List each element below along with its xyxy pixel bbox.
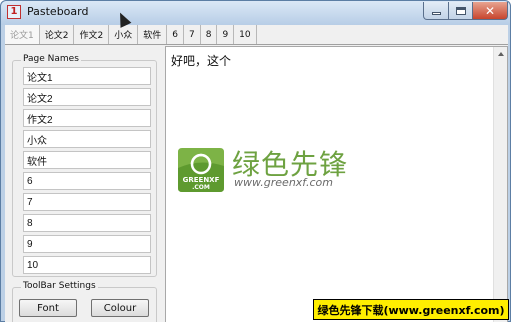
page-name-field-9[interactable] (23, 235, 151, 253)
watermark-url: www.greenxf.com (234, 176, 333, 189)
tab-page-4[interactable]: 小众 (109, 25, 139, 44)
tab-page-1[interactable]: 论文1 (5, 25, 40, 44)
close-icon: ✕ (484, 3, 496, 18)
window-title: Pasteboard (27, 5, 89, 18)
client-area: 论文1 论文2 作文2 小众 软件 6 7 8 9 10 Page Names (5, 25, 508, 322)
toolbar-settings-legend: ToolBar Settings (21, 281, 98, 291)
page-name-field-6[interactable] (23, 172, 151, 190)
vertical-scrollbar[interactable] (493, 47, 507, 322)
tab-page-10[interactable]: 10 (234, 25, 257, 44)
app-icon[interactable]: 1 (7, 5, 21, 19)
toolbar-settings-group: ToolBar Settings Font Colour (12, 281, 157, 322)
page-name-field-4[interactable] (23, 130, 151, 148)
text-editor[interactable]: 好吧，这个 GREENXF .COM 绿色先锋 www.greenxf.com (165, 46, 508, 322)
maximize-icon (455, 6, 466, 15)
scroll-up-button[interactable] (495, 48, 507, 60)
page-names-legend: Page Names (21, 54, 81, 64)
tab-page-5[interactable]: 软件 (138, 25, 168, 44)
left-panel: Page Names ToolBar Settings Font Colour (5, 46, 163, 322)
tab-page-9[interactable]: 9 (217, 25, 235, 44)
editor-content[interactable]: 好吧，这个 (171, 52, 231, 69)
minimize-button[interactable] (423, 2, 449, 20)
page-name-field-5[interactable] (23, 151, 151, 169)
download-banner: 绿色先锋下载(www.greenxf.com) (313, 299, 509, 320)
arrow-up-icon (498, 52, 504, 56)
logo-text-line2: .COM (192, 184, 210, 191)
page-name-field-3[interactable] (23, 109, 151, 127)
logo-text-line1: GREENXF (183, 176, 220, 184)
page-name-field-2[interactable] (23, 88, 151, 106)
minimize-icon (431, 12, 441, 15)
title-bar[interactable]: 1 Pasteboard ✕ (1, 1, 510, 25)
page-name-field-7[interactable] (23, 193, 151, 211)
tab-page-6[interactable]: 6 (167, 25, 184, 44)
page-name-field-10[interactable] (23, 256, 151, 274)
tab-page-2[interactable]: 论文2 (40, 25, 75, 44)
greenxf-logo-icon: GREENXF .COM (178, 148, 224, 192)
colour-button[interactable]: Colour (91, 299, 149, 317)
tab-page-8[interactable]: 8 (201, 25, 218, 44)
tab-page-3[interactable]: 作文2 (74, 25, 110, 44)
maximize-button[interactable] (448, 2, 473, 20)
page-name-field-8[interactable] (23, 214, 151, 232)
page-tab-bar: 论文1 论文2 作文2 小众 软件 6 7 8 9 10 (5, 25, 508, 45)
font-button[interactable]: Font (19, 299, 77, 317)
page-name-field-1[interactable] (23, 67, 151, 85)
app-window: 1 Pasteboard ✕ 论文1 论文2 作文2 小众 软件 6 7 8 9… (0, 0, 511, 322)
close-button[interactable]: ✕ (472, 2, 508, 20)
page-names-group: Page Names (12, 54, 157, 277)
tab-page-7[interactable]: 7 (184, 25, 201, 44)
